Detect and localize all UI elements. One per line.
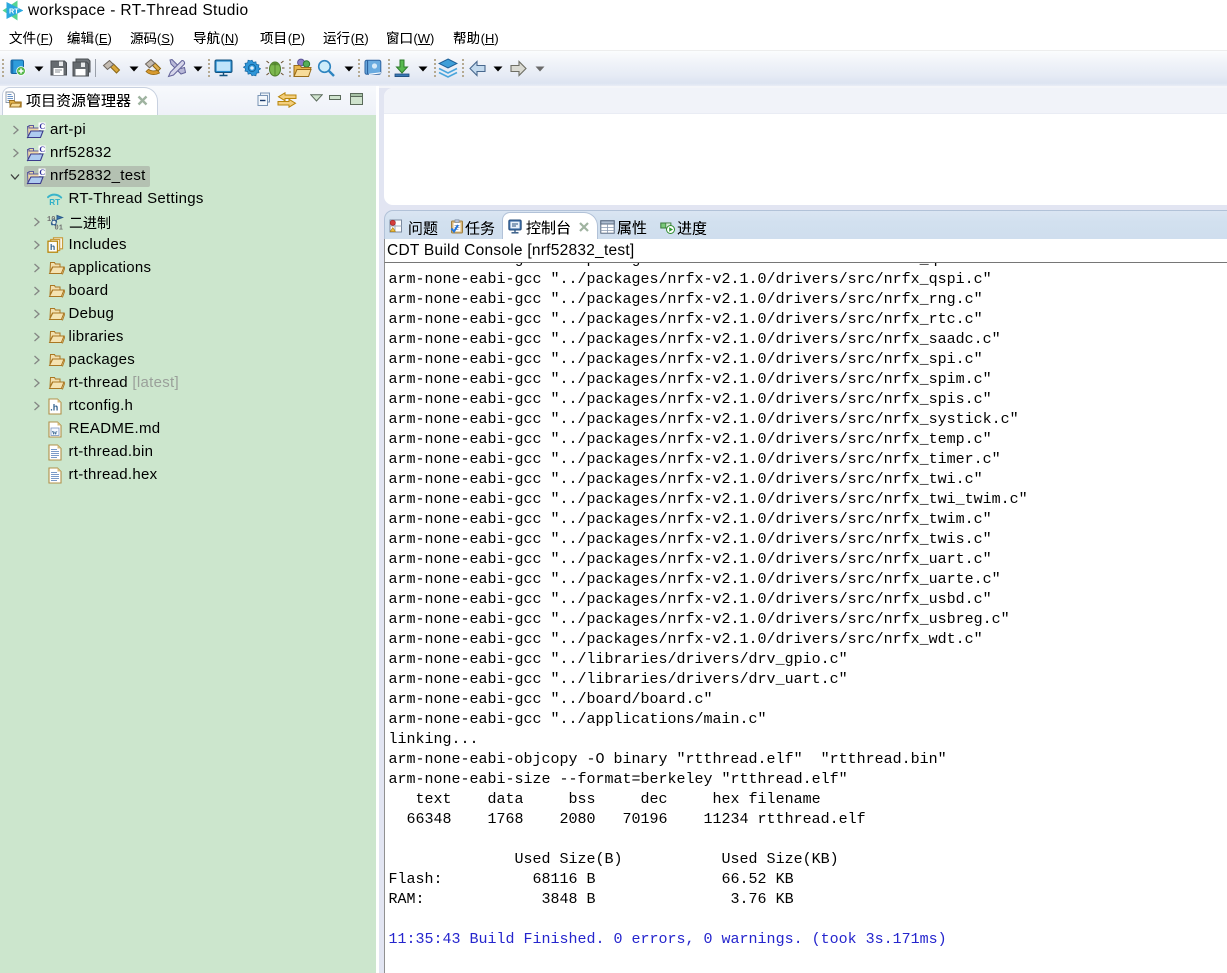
svg-text:C: C: [39, 122, 45, 131]
svg-text:h: h: [50, 242, 55, 252]
svg-text:C: C: [39, 168, 45, 177]
svg-text:.h: .h: [50, 402, 58, 412]
svg-text:w: w: [52, 427, 58, 436]
svg-text:RT: RT: [9, 7, 19, 16]
svg-text:C: C: [39, 145, 45, 154]
svg-text:RT: RT: [49, 198, 60, 206]
